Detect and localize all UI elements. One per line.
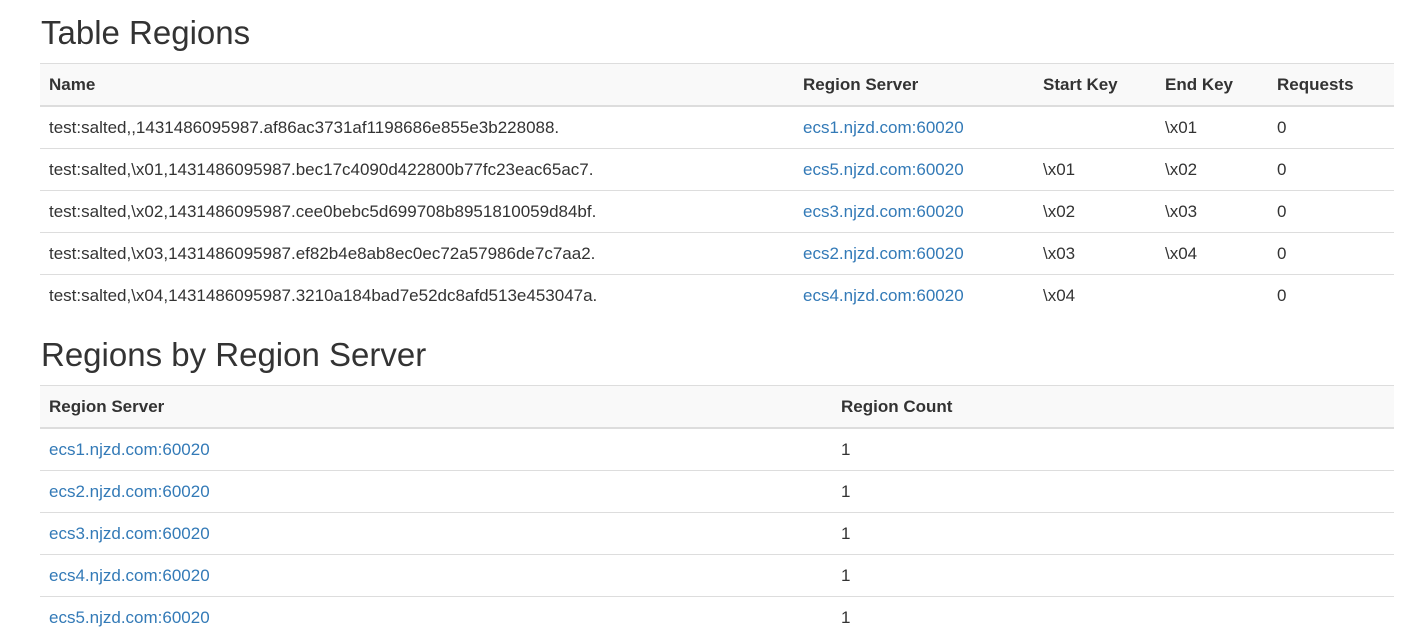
region-count: 1 (832, 470, 1394, 513)
region-count: 1 (832, 554, 1394, 597)
table-header-row: Region Server Region Count (40, 385, 1394, 429)
end-key: \x01 (1165, 117, 1198, 137)
start-key: \x01 (1034, 148, 1156, 191)
start-key: \x03 (1034, 232, 1156, 275)
region-server-link[interactable]: ecs2.njzd.com:60020 (49, 482, 210, 501)
region-server-link[interactable]: ecs4.njzd.com:60020 (803, 286, 964, 305)
table-row: ecs4.njzd.com:60020 1 (40, 554, 1394, 597)
end-key (1156, 274, 1268, 316)
table-regions-heading: Table Regions (41, 14, 251, 51)
table-row: ecs5.njzd.com:60020 1 (40, 596, 1394, 638)
region-server-link[interactable]: ecs5.njzd.com:60020 (49, 608, 210, 627)
region-server-cell: ecs4.njzd.com:60020 (794, 274, 1034, 316)
requests: 0 (1277, 117, 1287, 137)
region-server-link[interactable]: ecs1.njzd.com:60020 (49, 440, 210, 459)
start-key (1034, 106, 1156, 149)
region-name: test:salted,,1431486095987.af86ac3731af1… (49, 117, 560, 137)
region-server-cell: ecs5.njzd.com:60020 (40, 596, 832, 638)
start-key: \x04 (1034, 274, 1156, 316)
column-header-region-server[interactable]: Region Server (794, 63, 1034, 107)
table-row: ecs3.njzd.com:60020 1 (40, 512, 1394, 555)
region-name: test:salted,\x03,1431486095987.ef82b4e8a… (40, 232, 794, 275)
table-regions-table: Name Region Server Start Key End Key Req… (40, 63, 1394, 316)
table-row: test:salted,\x01,1431486095987.bec17c409… (40, 148, 1394, 191)
table-header-row: Name Region Server Start Key End Key Req… (40, 63, 1394, 107)
column-header-requests[interactable]: Requests (1268, 63, 1394, 107)
region-server-cell: ecs4.njzd.com:60020 (40, 554, 832, 597)
region-server-link[interactable]: ecs1.njzd.com:60020 (803, 118, 964, 137)
table-row: ecs2.njzd.com:60020 1 (40, 470, 1394, 513)
table-row: test:salted,,1431486095987.af86ac3731af1… (40, 106, 1394, 149)
requests: 0 (1268, 274, 1394, 316)
table-row: ecs1.njzd.com:60020 1 (40, 428, 1394, 471)
requests: 0 (1268, 232, 1394, 275)
column-header-name[interactable]: Name (40, 63, 794, 107)
region-server-link[interactable]: ecs3.njzd.com:60020 (49, 524, 210, 543)
end-key: \x04 (1156, 232, 1268, 275)
column-header-start-key[interactable]: Start Key (1034, 63, 1156, 107)
column-header-region-server[interactable]: Region Server (40, 385, 832, 429)
requests: 0 (1268, 190, 1394, 233)
region-server-link[interactable]: ecs5.njzd.com:60020 (803, 160, 964, 179)
end-key: \x03 (1156, 190, 1268, 233)
regions-by-server-table: Region Server Region Count ecs1.njzd.com… (40, 385, 1394, 638)
region-server-link[interactable]: ecs2.njzd.com:60020 (803, 244, 964, 263)
region-count: 1 (832, 512, 1394, 555)
region-server-cell: ecs3.njzd.com:60020 (794, 190, 1034, 233)
region-server-cell: ecs1.njzd.com:60020 (794, 106, 1034, 149)
region-server-cell: ecs2.njzd.com:60020 (40, 470, 832, 513)
region-count: 1 (841, 439, 851, 459)
region-name: test:salted,\x02,1431486095987.cee0bebc5… (40, 190, 794, 233)
region-server-link[interactable]: ecs4.njzd.com:60020 (49, 566, 210, 585)
region-server-cell: ecs5.njzd.com:60020 (794, 148, 1034, 191)
table-row: test:salted,\x04,1431486095987.3210a184b… (40, 274, 1394, 316)
table-row: test:salted,\x03,1431486095987.ef82b4e8a… (40, 232, 1394, 275)
regions-by-server-heading: Regions by Region Server (41, 336, 427, 373)
end-key: \x02 (1156, 148, 1268, 191)
region-server-link[interactable]: ecs3.njzd.com:60020 (803, 202, 964, 221)
region-server-cell: ecs2.njzd.com:60020 (794, 232, 1034, 275)
column-header-end-key[interactable]: End Key (1156, 63, 1268, 107)
region-count: 1 (832, 596, 1394, 638)
region-name: test:salted,\x01,1431486095987.bec17c409… (40, 148, 794, 191)
requests: 0 (1268, 148, 1394, 191)
column-header-region-count[interactable]: Region Count (832, 385, 1394, 429)
region-name: test:salted,\x04,1431486095987.3210a184b… (40, 274, 794, 316)
region-server-cell: ecs3.njzd.com:60020 (40, 512, 832, 555)
region-server-cell: ecs1.njzd.com:60020 (40, 428, 832, 471)
table-row: test:salted,\x02,1431486095987.cee0bebc5… (40, 190, 1394, 233)
start-key: \x02 (1034, 190, 1156, 233)
